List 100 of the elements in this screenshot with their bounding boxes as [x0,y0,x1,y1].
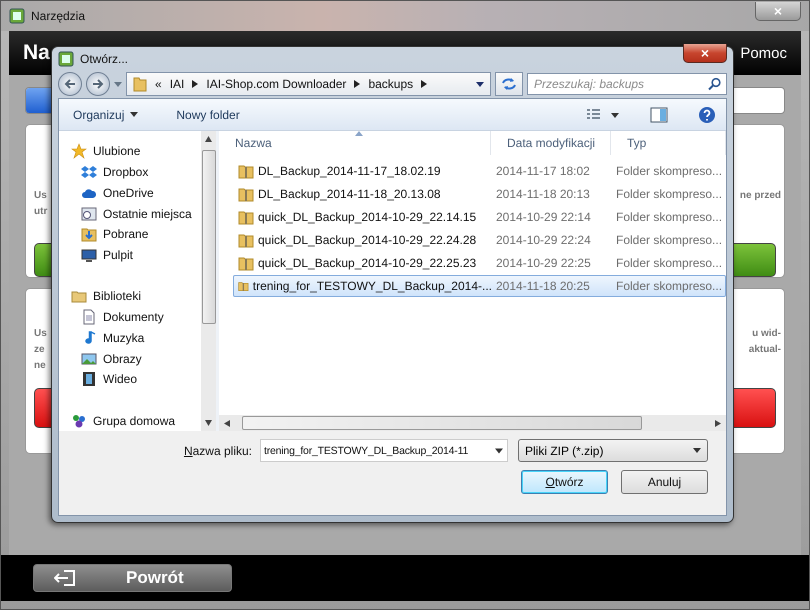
file-date: 2014-10-29 22:25 [495,256,592,270]
address-bar[interactable]: « IAI IAI-Shop.com Downloader backups [126,72,491,96]
file-row[interactable]: DL_Backup_2014-11-17_18.02.19 2014-11-17 18:02 Folder skompreso... [233,160,726,182]
monitor-icon [81,246,97,263]
help-icon[interactable] [698,106,716,124]
nav-item[interactable]: Pulpit [71,244,201,266]
breadcrumb-item[interactable]: IAI-Shop.com Downloader [206,77,346,92]
nav-group[interactable]: Ulubione [71,141,201,162]
app-logo-icon [9,8,25,24]
new-folder-button[interactable]: Nowy folder [172,106,244,124]
chevron-icon [354,80,360,88]
file-name: DL_Backup_2014-11-17_18.02.19 [234,163,492,179]
folder-icon [133,76,147,92]
caret-icon [130,112,138,117]
dialog-button[interactable]: Anuluj [621,470,708,494]
nav-item[interactable]: Muzyka [71,327,201,348]
file-name: DL_Backup_2014-11-18_20.13.08 [234,186,492,202]
scrollbar[interactable] [201,131,216,431]
zip-folder-icon [238,163,254,179]
file-date: 2014-11-18 20:13 [495,187,591,201]
organize-menu[interactable]: Organizuj [69,106,142,124]
file-row[interactable]: quick_DL_Backup_2014-10-29_22.25.23 2014-10-29 22:25 Folder skompreso... [233,252,726,274]
picture-icon [81,350,97,367]
nav-item[interactable]: Wideo [71,368,201,390]
column-header[interactable]: Typ [611,131,726,155]
file-type: Folder skompreso... [615,164,724,178]
zip-folder-icon [238,209,254,225]
column-header[interactable]: Data modyfikacji [491,131,611,155]
card-text: ne [34,359,46,373]
scrollbar[interactable] [219,415,726,431]
nav-item[interactable]: Pobrane [71,224,201,245]
breadcrumb-overflow[interactable]: « [155,77,162,92]
card-text: aktual- [748,343,781,357]
caret-icon [693,448,701,453]
nav-item[interactable]: Ostatnie miejsca [71,203,201,224]
file-date: 2014-11-17 18:02 [495,164,591,178]
search-icon [708,78,721,91]
file-name: quick_DL_Backup_2014-10-29_22.14.15 [234,209,492,225]
download-folder-icon [81,226,97,242]
box-icon [81,164,97,180]
file-type: Folder skompreso... [615,279,724,293]
nav-item[interactable]: Dropbox [71,162,201,182]
file-type-select[interactable]: Pliki ZIP (*.zip) [518,439,708,462]
help-link[interactable]: Pomoc [740,44,787,62]
search-field[interactable]: Przeszukaj: backups [527,73,727,96]
chevron-icon [192,80,198,88]
filename-label: Nazwa pliku: [184,444,252,458]
nav-group[interactable]: Biblioteki [71,286,201,307]
nav-item[interactable]: Dokumenty [71,306,201,328]
file-row[interactable]: DL_Backup_2014-11-18_20.13.08 2014-11-18 20:13 Folder skompreso... [233,183,726,205]
zip-folder-icon [238,255,254,271]
file-row[interactable]: trening_for_TESTOWY_DL_Backup_2014-... 2014-11-18 20:25 Folder skompreso... [233,275,726,297]
dialog-title: Otwórz... [80,52,130,66]
dialog-button[interactable]: Otwórz [521,470,608,494]
caret-icon [495,448,503,453]
app-logo-icon [58,50,74,67]
file-type: Folder skompreso... [615,210,724,224]
exit-icon [54,570,76,586]
filename-field[interactable]: trening_for_TESTOWY_DL_Backup_2014-11 [260,439,508,462]
nav-item[interactable]: Obrazy [71,348,201,369]
back-button[interactable] [58,72,82,96]
refresh-icon [501,77,517,92]
card-text: ze [34,343,45,357]
file-date: 2014-10-29 22:24 [495,233,592,247]
card-text: utr [34,205,48,219]
zip-folder-icon [238,186,254,202]
refresh-button[interactable] [495,72,523,96]
file-row[interactable]: quick_DL_Backup_2014-10-29_22.14.15 2014-10-29 22:14 Folder skompreso... [233,206,726,228]
file-row[interactable]: quick_DL_Backup_2014-10-29_22.24.28 2014-10-29 22:24 Folder skompreso... [233,229,726,251]
scroll-arrow-icon[interactable] [715,420,722,426]
sort-arrow-icon [354,131,362,136]
forward-button[interactable] [86,72,110,96]
column-header[interactable]: Nazwa [219,131,491,155]
network-icon [71,412,87,429]
card-text: Us [34,189,47,203]
clock-window-icon [81,206,97,222]
scroll-arrow-icon[interactable] [205,420,212,427]
nav-item[interactable]: OneDrive [71,182,201,204]
document-icon [81,309,97,326]
scroll-thumb[interactable] [242,416,642,430]
chevron-icon [421,80,428,88]
nav-group[interactable]: Grupa domowa [71,410,201,431]
forward-arrow-icon [92,79,104,90]
preview-pane-icon[interactable] [650,106,668,122]
scroll-thumb[interactable] [202,150,216,324]
file-name: quick_DL_Backup_2014-10-29_22.25.23 [234,255,492,271]
close-button[interactable]: × [683,44,727,64]
file-date: 2014-11-18 20:25 [495,279,591,293]
card-text: ne przed [740,189,781,203]
page-heading: Na [23,41,50,65]
back-button[interactable]: Powrót [33,564,232,592]
card-text: Us [34,327,47,341]
file-type: Folder skompreso... [615,233,724,247]
scroll-arrow-icon[interactable] [205,135,212,142]
scroll-arrow-icon[interactable] [223,420,230,426]
view-list-icon[interactable] [586,108,620,122]
film-icon [81,371,97,388]
breadcrumb-item[interactable]: IAI [170,77,184,92]
breadcrumb-item[interactable]: backups [368,77,414,92]
file-name: trening_for_TESTOWY_DL_Backup_2014-... [234,278,492,294]
